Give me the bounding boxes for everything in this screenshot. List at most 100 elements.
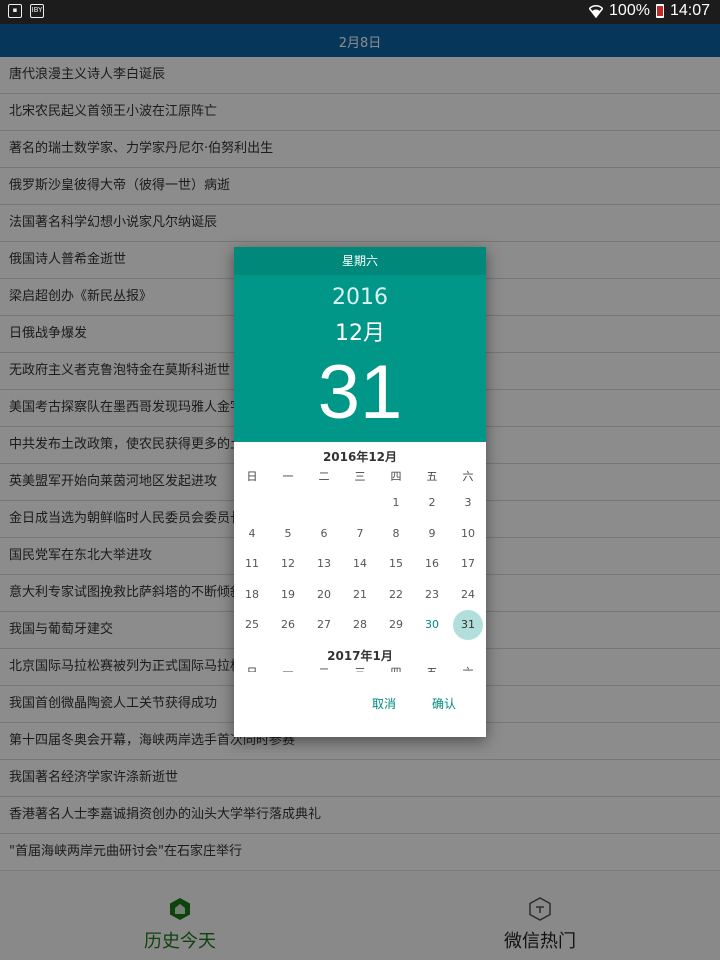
date-picker-header: 2016 12月 31 [234, 275, 486, 442]
calendar-day-label: 2 [428, 496, 436, 509]
calendar-day-label: 30 [425, 618, 439, 631]
calendar-day[interactable]: 2 [414, 488, 450, 519]
selected-month[interactable]: 12月 [234, 315, 486, 347]
calendar-day-label: 28 [353, 618, 367, 631]
week-header-row: 日一二三四五六 [234, 468, 486, 484]
calendar-day-label: 15 [389, 557, 403, 570]
weekday-header: 三 [342, 664, 378, 672]
calendar-day-label: 3 [464, 496, 472, 509]
calendar-day-label: 31 [461, 618, 475, 631]
calendar-day[interactable]: 1 [378, 488, 414, 519]
calendar-day[interactable]: 15 [378, 549, 414, 580]
selected-day[interactable]: 31 [234, 353, 486, 433]
calendar-day-label: 24 [461, 587, 475, 601]
calendar-day-label: 26 [281, 618, 295, 631]
calendar: 2016年12月 日一二三四五六 1 2 3 4 5 6 7 8 9 10 11 12 13 14 15 16… [234, 442, 486, 672]
calendar-day-label: 16 [425, 557, 439, 570]
calendar-day[interactable]: 23 [414, 580, 450, 611]
calendar-day[interactable]: 24 [450, 580, 486, 611]
date-picker-dialog: 星期六 2016 12月 31 2016年12月 日一二三四五六 1234567… [234, 247, 486, 737]
calendar-day[interactable]: 19 [270, 580, 306, 611]
calendar-day[interactable]: 12 [270, 549, 306, 580]
weekday-header: 五 [426, 470, 438, 483]
calendar-day[interactable]: 14 [342, 549, 378, 580]
weekday-header: 六 [450, 664, 486, 672]
calendar-day[interactable]: 3 [450, 488, 486, 519]
calendar-day[interactable]: 28 [342, 610, 378, 641]
weekday-header: 一 [282, 470, 294, 483]
calendar-day-label: 4 [248, 526, 256, 540]
calendar-day-label: 10 [461, 526, 475, 540]
calendar-day[interactable]: 13 [306, 549, 342, 580]
next-month-title: 2017年1月 [327, 649, 393, 663]
calendar-day-label: 17 [461, 557, 475, 570]
weekday-header: 五 [414, 664, 450, 672]
calendar-week-row: 4 5 6 7 8 9 10 [234, 519, 486, 550]
calendar-day[interactable]: 27 [306, 610, 342, 641]
calendar-day-label: 22 [389, 587, 403, 601]
calendar-day-label: 1 [392, 496, 400, 509]
calendar-month-title: 2016年12月 [322, 450, 398, 464]
calendar-week-row: 25 26 27 28 29 30 31 [234, 610, 486, 641]
battery-icon [655, 4, 664, 18]
weekday-header: 日 [234, 664, 270, 672]
weekday-header: 六 [462, 470, 474, 483]
wifi-icon [589, 4, 604, 18]
calendar-day[interactable]: 26 [270, 610, 306, 641]
calendar-day[interactable]: 5 [270, 519, 306, 550]
calendar-week-row: 18 19 20 21 22 23 24 [234, 580, 486, 611]
weekday-header: 三 [354, 470, 366, 483]
calendar-day-label: 23 [425, 587, 439, 601]
calendar-day[interactable]: 4 [234, 519, 270, 550]
calendar-day-label: 19 [281, 587, 295, 601]
dialog-actions: 取消 确认 [234, 685, 486, 725]
calendar-day[interactable]: 29 [378, 610, 414, 641]
selected-year[interactable]: 2016 [234, 285, 486, 310]
calendar-day[interactable]: 6 [306, 519, 342, 550]
calendar-day[interactable]: 10 [450, 519, 486, 550]
next-month-week-header-row: 日一二三四五六 [234, 664, 486, 672]
calendar-grid: 1 2 3 4 5 6 7 8 9 10 11 12 13 14 15 16 17 18 19 20 21 22 23 24 2… [234, 488, 486, 641]
calendar-day-label: 25 [245, 618, 259, 631]
calendar-day-label: 14 [353, 557, 367, 570]
weekday-header: 日 [246, 470, 258, 483]
weekday-header: 二 [306, 664, 342, 672]
calendar-empty-cell [270, 488, 306, 519]
calendar-empty-cell [342, 488, 378, 519]
calendar-day-label: 9 [428, 526, 436, 540]
calendar-week-row: 1 2 3 [234, 488, 486, 519]
cancel-button[interactable]: 取消 [372, 695, 396, 712]
calendar-day[interactable]: 17 [450, 549, 486, 580]
status-bar-right: 100% 14:07 [589, 2, 710, 20]
calendar-day-label: 11 [245, 557, 259, 570]
calendar-day[interactable]: 18 [234, 580, 270, 611]
calendar-day-label: 5 [284, 526, 292, 540]
calendar-day[interactable]: 22 [378, 580, 414, 611]
calendar-day[interactable]: 25 [234, 610, 270, 641]
battery-percent: 100% [609, 2, 650, 19]
calendar-day[interactable]: 31 [450, 610, 486, 641]
calendar-week-row: 11 12 13 14 15 16 17 [234, 549, 486, 580]
calendar-empty-cell [234, 488, 270, 519]
calendar-day-label: 8 [392, 526, 400, 540]
weekday-header: 二 [318, 470, 330, 483]
calendar-day[interactable]: 16 [414, 549, 450, 580]
calendar-day[interactable]: 21 [342, 580, 378, 611]
calendar-day[interactable]: 8 [378, 519, 414, 550]
calendar-day-label: 13 [317, 557, 331, 570]
calendar-day[interactable]: 30 [414, 610, 450, 641]
notification-icon: IBY [30, 4, 44, 18]
weekday-header: 一 [270, 664, 306, 672]
calendar-day[interactable]: 7 [342, 519, 378, 550]
calendar-empty-cell [306, 488, 342, 519]
calendar-day-label: 6 [320, 526, 328, 540]
confirm-button[interactable]: 确认 [432, 695, 456, 712]
clock: 14:07 [669, 2, 710, 19]
weekday-header: 四 [378, 664, 414, 672]
calendar-day[interactable]: 11 [234, 549, 270, 580]
calendar-day[interactable]: 20 [306, 580, 342, 611]
image-icon: ▪ [8, 4, 22, 18]
calendar-day-label: 12 [281, 557, 295, 570]
calendar-day-label: 20 [317, 587, 331, 601]
calendar-day[interactable]: 9 [414, 519, 450, 550]
